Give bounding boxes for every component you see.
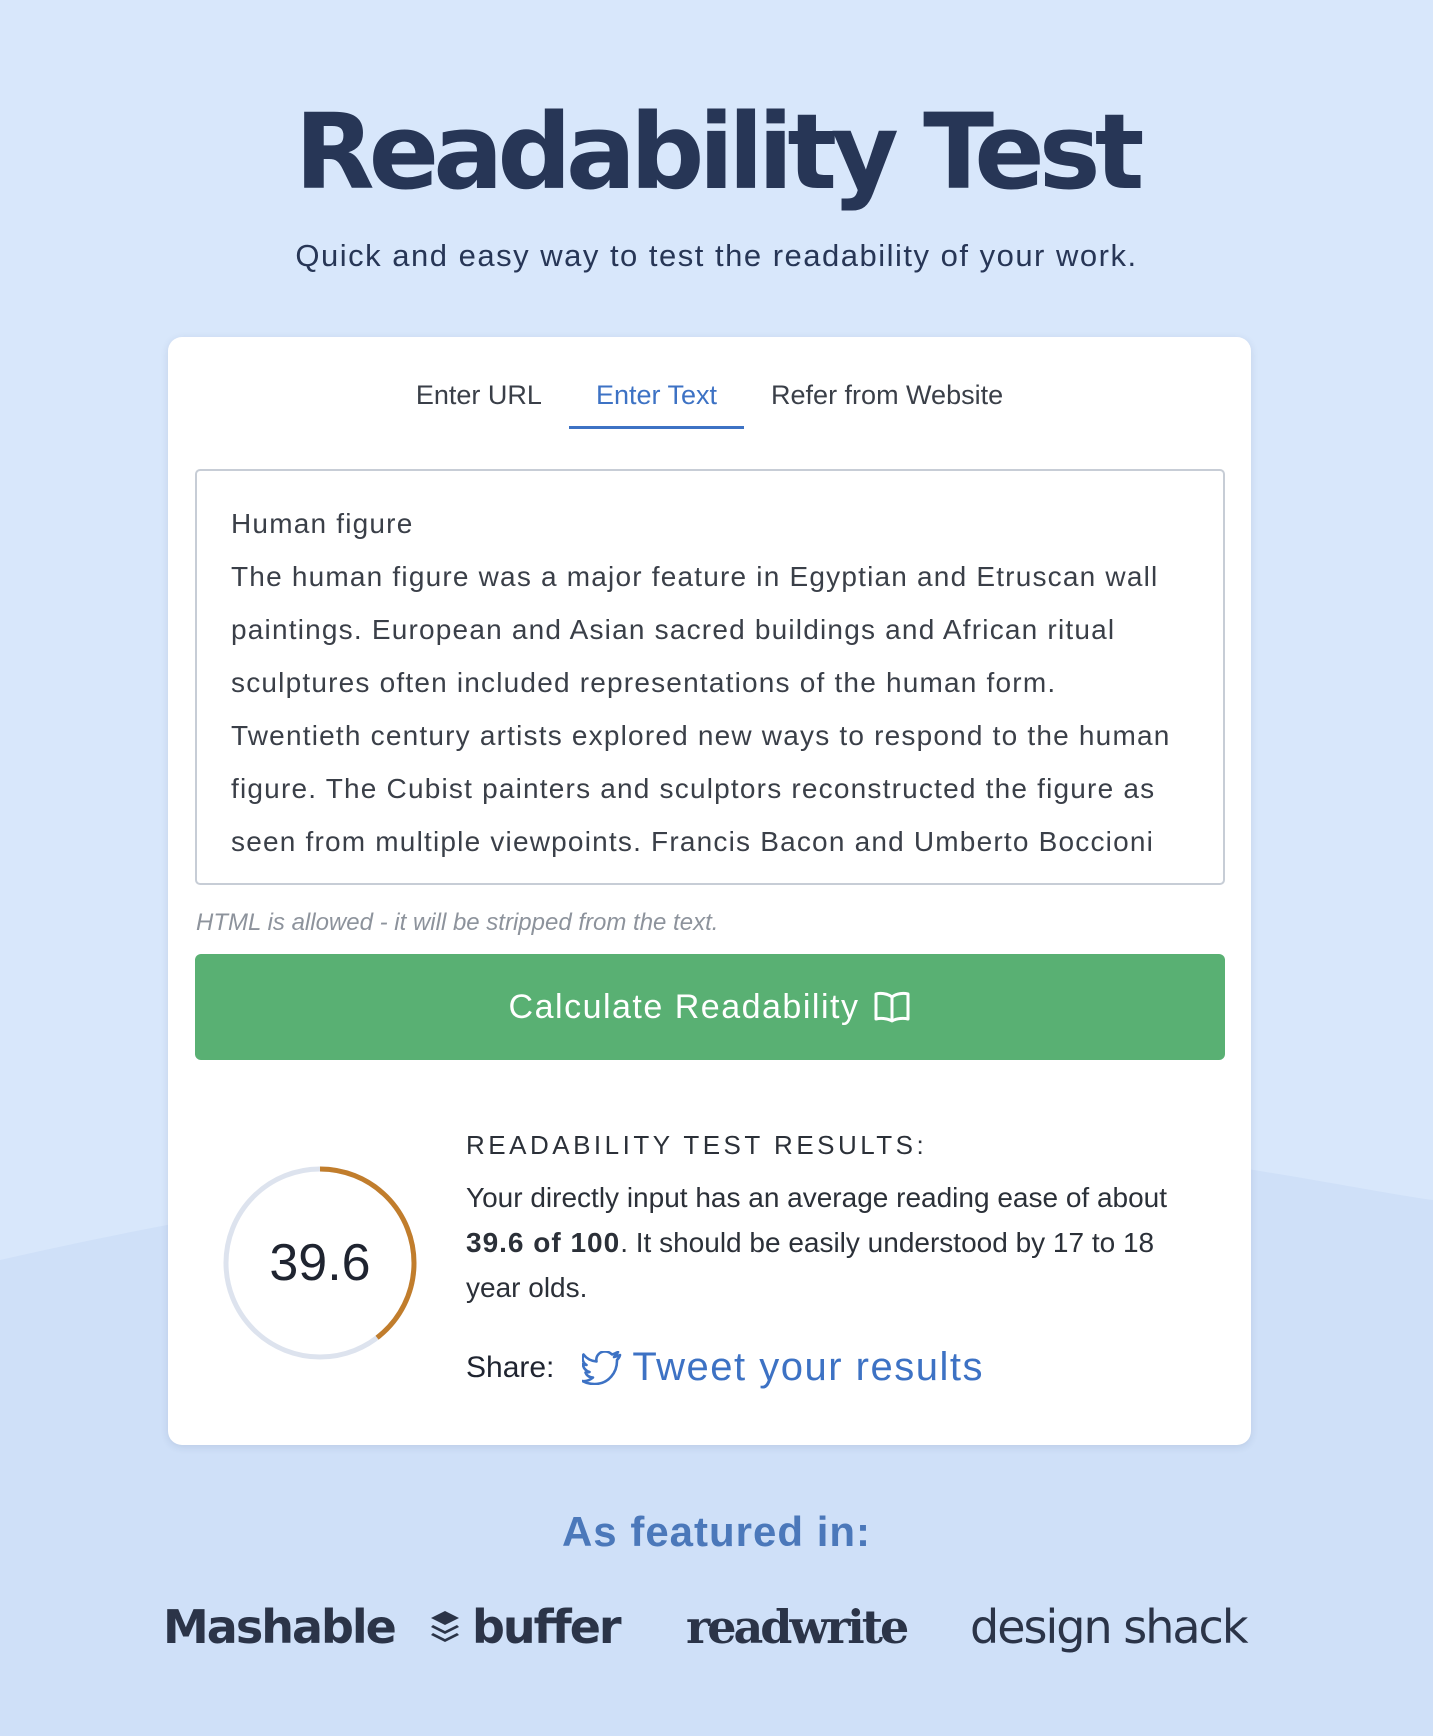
open-book-icon: [874, 991, 910, 1023]
featured-logos: Mashable buffer readwrite design shack: [0, 1592, 1433, 1662]
mashable-logo: Mashable: [163, 1600, 397, 1654]
tab-refer-from-website[interactable]: Refer from Website: [744, 377, 1030, 429]
share-label: Share:: [466, 1350, 555, 1384]
buffer-stack-icon: [431, 1611, 459, 1642]
tab-enter-url[interactable]: Enter URL: [389, 377, 569, 429]
share-row: Share: Tweet your results: [466, 1345, 984, 1390]
design-shack-logo: design shack: [970, 1600, 1248, 1654]
input-mode-tabs: Enter URL Enter Text Refer from Website: [168, 377, 1251, 429]
page-title: Readability Test: [294, 91, 1145, 213]
calculate-button-label: Calculate Readability: [508, 987, 860, 1026]
readability-card: Enter URL Enter Text Refer from Website …: [168, 337, 1251, 1445]
results-text-before: Your directly input has an average readi…: [466, 1182, 1168, 1213]
page-subtitle: Quick and easy way to test the readabili…: [295, 238, 1138, 273]
text-input-area[interactable]: Human figure The human figure was a majo…: [195, 469, 1225, 885]
readwrite-logo: readwrite: [686, 1600, 909, 1654]
html-hint: HTML is allowed - it will be stripped fr…: [196, 909, 719, 936]
text-input-content: Human figure The human figure was a majo…: [231, 508, 1171, 883]
readability-page: Readability Test Quick and easy way to t…: [0, 0, 1433, 1736]
featured-heading: As featured in:: [561, 1508, 872, 1555]
tweet-results-label: Tweet your results: [632, 1345, 984, 1389]
tweet-results-link[interactable]: Tweet your results: [582, 1345, 984, 1390]
calculate-readability-button[interactable]: Calculate Readability: [195, 954, 1225, 1060]
score-value: 39.6: [269, 1234, 371, 1292]
buffer-logo: buffer: [428, 1592, 622, 1662]
tab-enter-text[interactable]: Enter Text: [568, 377, 745, 429]
results-description: Your directly input has an average readi…: [466, 1175, 1186, 1310]
twitter-bird-icon: [582, 1350, 622, 1385]
buffer-logo-text: buffer: [472, 1600, 622, 1654]
results-heading: READABILITY TEST RESULTS:: [466, 1130, 928, 1160]
results-score-text: 39.6 of 100: [466, 1227, 621, 1258]
